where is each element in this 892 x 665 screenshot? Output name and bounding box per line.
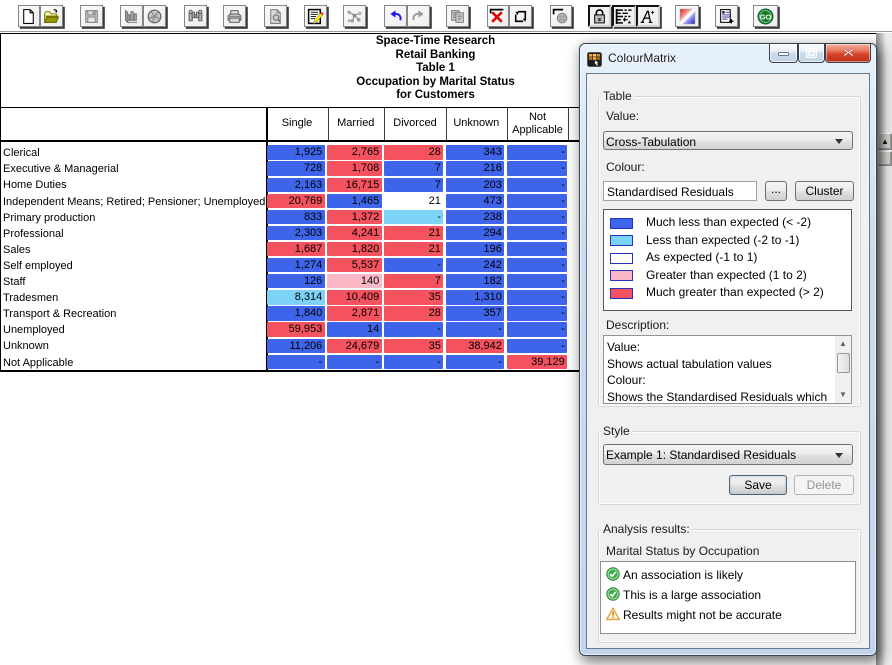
svg-text:GO: GO [759, 12, 771, 21]
